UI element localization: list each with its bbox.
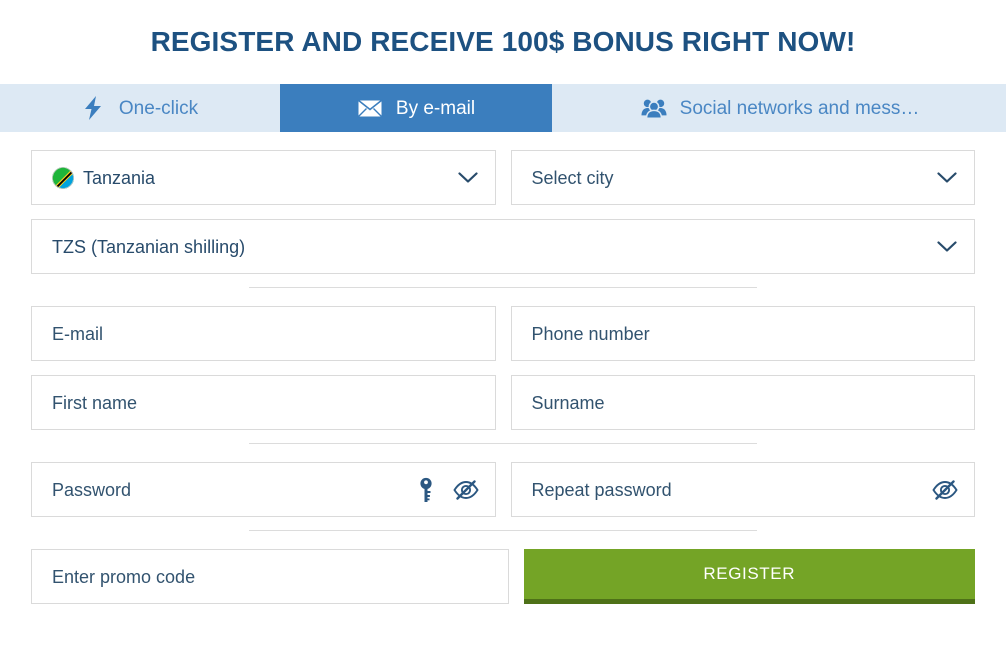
contact-row: E-mail Phone number <box>31 306 975 361</box>
tab-one-click[interactable]: One-click <box>0 84 278 132</box>
tanzania-flag-icon <box>52 166 74 189</box>
lightning-bolt-icon <box>80 95 106 121</box>
city-select[interactable]: Select city <box>510 150 975 205</box>
page-title: REGISTER AND RECEIVE 100$ BONUS RIGHT NO… <box>150 26 856 57</box>
tab-one-click-label: One-click <box>118 97 199 119</box>
eye-slash-icon[interactable] <box>932 477 958 503</box>
chevron-down-icon <box>936 236 958 258</box>
tab-social-networks[interactable]: Social networks and mess… <box>554 84 1006 132</box>
promo-code-field-placeholder: Enter promo code <box>52 566 196 587</box>
phone-field[interactable]: Phone number <box>510 306 975 361</box>
submit-row: Enter promo code REGISTER <box>31 549 975 604</box>
email-field[interactable]: E-mail <box>31 306 496 361</box>
surname-field[interactable]: Surname <box>510 375 975 430</box>
people-group-icon <box>641 95 667 121</box>
registration-form: Tanzania Select city TZS (Tanzanian shil… <box>0 150 1006 604</box>
currency-select-value: TZS (Tanzanian shilling) <box>52 236 246 257</box>
password-row: Password Repeat password <box>31 462 975 517</box>
envelope-icon <box>357 95 383 121</box>
repeat-password-field-placeholder: Repeat password <box>531 479 672 500</box>
section-divider <box>31 530 975 531</box>
password-field[interactable]: Password <box>31 462 496 517</box>
country-select[interactable]: Tanzania <box>31 150 496 205</box>
phone-field-placeholder: Phone number <box>531 323 650 344</box>
tab-social-networks-label: Social networks and mess… <box>679 97 920 119</box>
eye-slash-icon[interactable] <box>452 477 479 503</box>
tab-by-email-label: By e-mail <box>395 97 476 119</box>
chevron-down-icon <box>457 167 479 189</box>
currency-select[interactable]: TZS (Tanzanian shilling) <box>31 219 975 274</box>
first-name-field[interactable]: First name <box>31 375 496 430</box>
first-name-field-placeholder: First name <box>52 392 138 413</box>
city-select-value: Select city <box>531 167 614 188</box>
tab-by-email[interactable]: By e-mail <box>280 84 552 132</box>
registration-method-tabs: One-click By e-mail Social networks and … <box>0 84 1006 132</box>
chevron-down-icon <box>936 167 958 189</box>
country-select-value: Tanzania <box>83 167 156 188</box>
repeat-password-field[interactable]: Repeat password <box>510 462 975 517</box>
currency-row: TZS (Tanzanian shilling) <box>31 219 975 274</box>
key-icon[interactable] <box>413 477 439 503</box>
page-header: REGISTER AND RECEIVE 100$ BONUS RIGHT NO… <box>0 0 1006 84</box>
register-button[interactable]: REGISTER <box>523 549 975 604</box>
section-divider <box>31 443 975 444</box>
promo-code-field[interactable]: Enter promo code <box>31 549 509 604</box>
password-field-placeholder: Password <box>52 479 132 500</box>
email-field-placeholder: E-mail <box>52 323 104 344</box>
location-row: Tanzania Select city <box>31 150 975 205</box>
section-divider <box>31 287 975 288</box>
name-row: First name Surname <box>31 375 975 430</box>
surname-field-placeholder: Surname <box>531 392 605 413</box>
registration-page: REGISTER AND RECEIVE 100$ BONUS RIGHT NO… <box>0 0 1006 655</box>
